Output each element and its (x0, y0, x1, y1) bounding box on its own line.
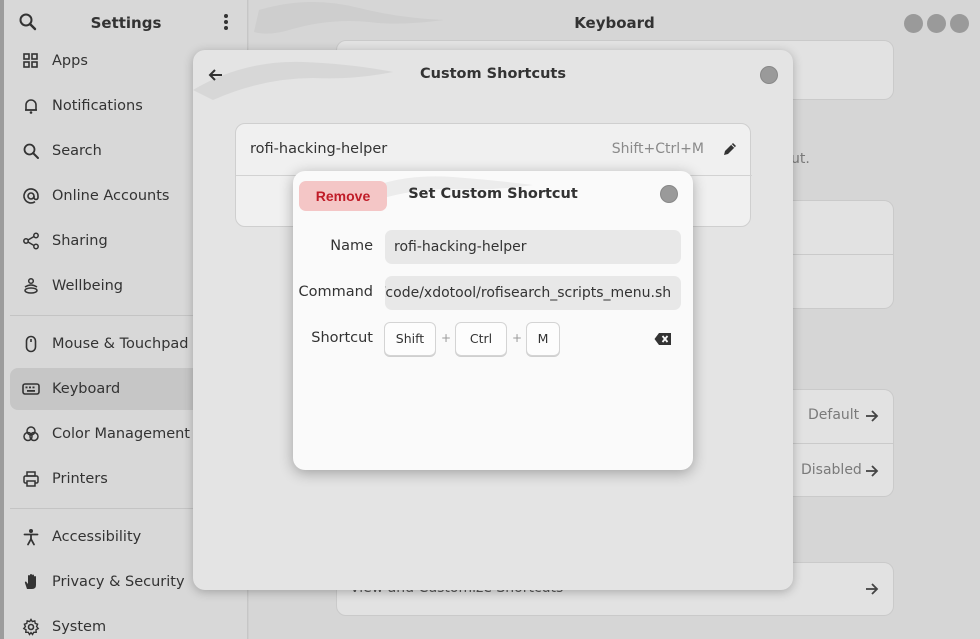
accessibility-icon (23, 529, 39, 546)
dialog-title: Set Custom Shortcut (408, 186, 578, 202)
keycap-ctrl: Ctrl (455, 322, 507, 356)
keyboard-icon (22, 383, 40, 395)
dialog-close-button[interactable] (660, 185, 678, 203)
sidebar-item-label: Printers (52, 471, 108, 487)
hand-icon (24, 574, 36, 589)
command-label: Command (298, 284, 373, 300)
sidebar-item-label: Mouse & Touchpad (52, 336, 189, 352)
sidebar-title: Settings (90, 14, 162, 32)
sidebar-item-label: Apps (52, 53, 88, 69)
shortcut-label: Shortcut (311, 330, 373, 346)
list-item[interactable]: rofi-hacking-helper Shift+Ctrl+M (236, 124, 752, 176)
sidebar-item-label: Notifications (52, 98, 143, 114)
set-custom-shortcut-dialog: Remove Set Custom Shortcut Name rofi-hac… (293, 171, 693, 470)
menu-kebab-icon[interactable] (216, 12, 236, 32)
at-sign-icon (23, 188, 39, 204)
sidebar-item-label: Color Management (52, 426, 190, 442)
printer-icon (23, 471, 39, 487)
command-field[interactable]: :/code/xdotool/rofisearch_scripts_menu.s… (385, 276, 681, 310)
dialog-close-button[interactable] (760, 66, 778, 84)
sidebar-item-label: Search (52, 143, 102, 159)
sidebar-item-label: Keyboard (52, 381, 121, 397)
bg-row-value-default: Default (808, 407, 860, 423)
shortcut-name: rofi-hacking-helper (250, 141, 388, 157)
sidebar-item-label: System (52, 619, 107, 635)
sidebar-item-system[interactable]: System (10, 606, 248, 639)
keycap-shift: Shift (384, 322, 436, 356)
plus-separator: + (512, 331, 523, 345)
search-icon (23, 143, 39, 159)
bell-icon (25, 99, 37, 114)
mouse-icon (25, 335, 37, 353)
sidebar-item-label: Online Accounts (52, 188, 170, 204)
sidebar-item-label: Wellbeing (52, 278, 124, 294)
dialog-title: Custom Shortcuts (420, 66, 566, 82)
minimize-button[interactable] (904, 14, 923, 33)
name-field[interactable]: rofi-hacking-helper (385, 230, 681, 264)
pencil-edit-icon[interactable] (722, 141, 738, 157)
color-icon (23, 426, 39, 442)
name-label: Name (330, 238, 373, 254)
shortcut-accelerator: Shift+Ctrl+M (611, 141, 704, 157)
sidebar-item-label: Privacy & Security (52, 574, 185, 590)
plus-separator: + (441, 331, 452, 345)
share-icon (23, 232, 39, 250)
page-title: Keyboard (574, 14, 655, 32)
command-value: :/code/xdotool/rofisearch_scripts_menu.s… (385, 285, 672, 301)
arrow-right-icon[interactable] (865, 464, 879, 478)
keycap-m: M (526, 322, 560, 356)
bg-row-value-disabled: Disabled (801, 462, 862, 478)
gear-icon (22, 618, 40, 636)
window-close-button[interactable] (950, 14, 969, 33)
apps-grid-icon (23, 53, 38, 68)
maximize-button[interactable] (927, 14, 946, 33)
bg-fragment-text: ut. (791, 151, 810, 167)
arrow-right-icon[interactable] (865, 409, 879, 423)
sidebar-item-label: Sharing (52, 233, 108, 249)
wellbeing-icon (24, 277, 38, 294)
backspace-clear-icon[interactable] (654, 331, 672, 347)
arrow-right-icon[interactable] (865, 582, 879, 596)
sidebar-item-label: Accessibility (52, 529, 142, 545)
window-edge (0, 0, 4, 639)
